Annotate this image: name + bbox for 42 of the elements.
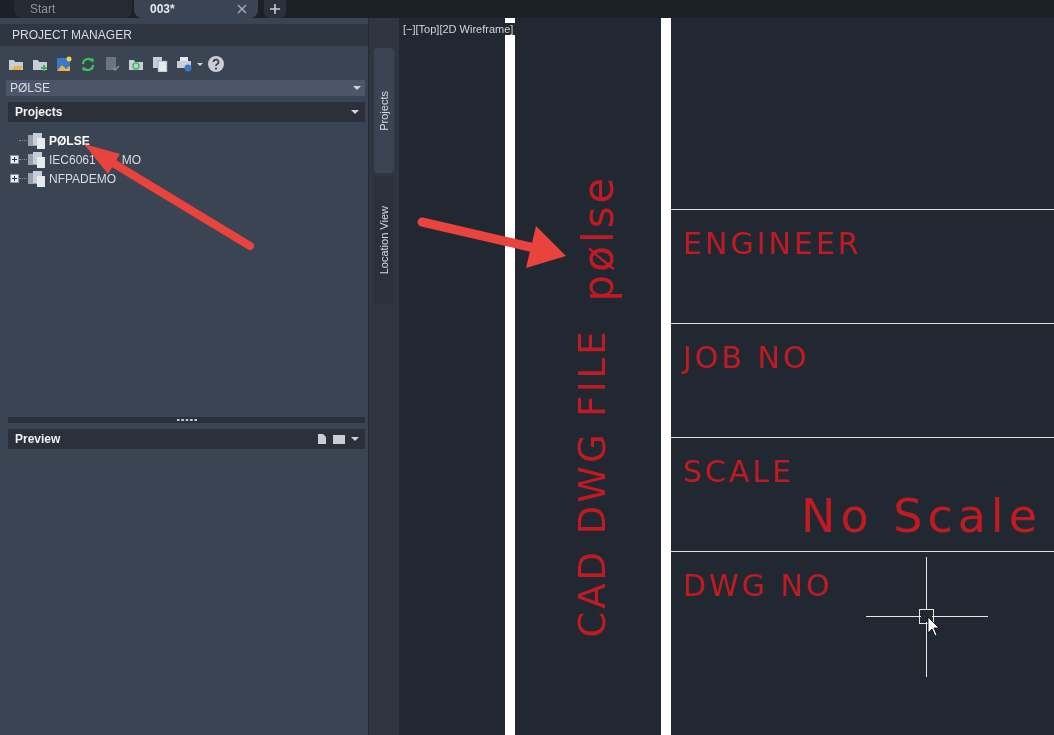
title-block-label: ENGINEER bbox=[683, 226, 862, 261]
title-block-label: JOB NO bbox=[683, 340, 810, 375]
project-icon bbox=[28, 170, 46, 187]
caret-icon[interactable] bbox=[197, 62, 203, 66]
side-tab[interactable]: Projects bbox=[374, 48, 394, 173]
plus-icon[interactable] bbox=[270, 4, 280, 14]
tree-item[interactable]: PØLSE bbox=[48, 132, 91, 149]
picture-icon[interactable] bbox=[56, 56, 72, 72]
section-title: Projects bbox=[15, 105, 63, 119]
caret-icon bbox=[351, 437, 359, 441]
documents-icon[interactable] bbox=[152, 56, 168, 72]
expand-icon[interactable] bbox=[10, 155, 19, 164]
new-tab-button[interactable] bbox=[264, 0, 286, 18]
tab[interactable]: 003* bbox=[134, 0, 258, 18]
section-header[interactable]: Projects bbox=[8, 102, 365, 122]
drawing-text: CAD DWG FILE bbox=[571, 328, 614, 638]
caret-icon bbox=[351, 110, 359, 114]
tree-item[interactable]: MO bbox=[120, 151, 143, 168]
image-icon[interactable] bbox=[333, 434, 345, 444]
drawing-text: pølse bbox=[574, 174, 623, 302]
title-block-value: No Scale bbox=[801, 489, 1042, 543]
title-block-label: DWG NO bbox=[683, 568, 833, 603]
project-icon bbox=[28, 132, 46, 149]
splitter-handle[interactable] bbox=[8, 417, 365, 423]
project-dropdown[interactable]: PØLSE bbox=[6, 80, 365, 96]
tree-item[interactable]: NFPADEMO bbox=[48, 170, 118, 187]
tree-item[interactable]: IEC6061 bbox=[48, 151, 97, 168]
viewport-label[interactable]: [−][Top][2D Wireframe] bbox=[403, 23, 516, 35]
document-icon[interactable] bbox=[317, 434, 327, 444]
section-title: Preview bbox=[15, 432, 61, 446]
close-icon[interactable] bbox=[236, 4, 247, 14]
printer-icon[interactable] bbox=[176, 56, 192, 72]
project-icon bbox=[28, 151, 46, 168]
tab[interactable]: Start bbox=[14, 0, 132, 18]
checklist-icon[interactable] bbox=[104, 56, 120, 72]
help-icon[interactable] bbox=[208, 56, 224, 72]
caret-icon bbox=[353, 86, 361, 90]
title-block-label: SCALE bbox=[683, 454, 795, 489]
side-tab[interactable]: Location View bbox=[374, 176, 394, 304]
expand-icon[interactable] bbox=[10, 174, 19, 183]
section-header[interactable]: Preview bbox=[8, 429, 365, 449]
refresh-icon[interactable] bbox=[80, 56, 96, 72]
